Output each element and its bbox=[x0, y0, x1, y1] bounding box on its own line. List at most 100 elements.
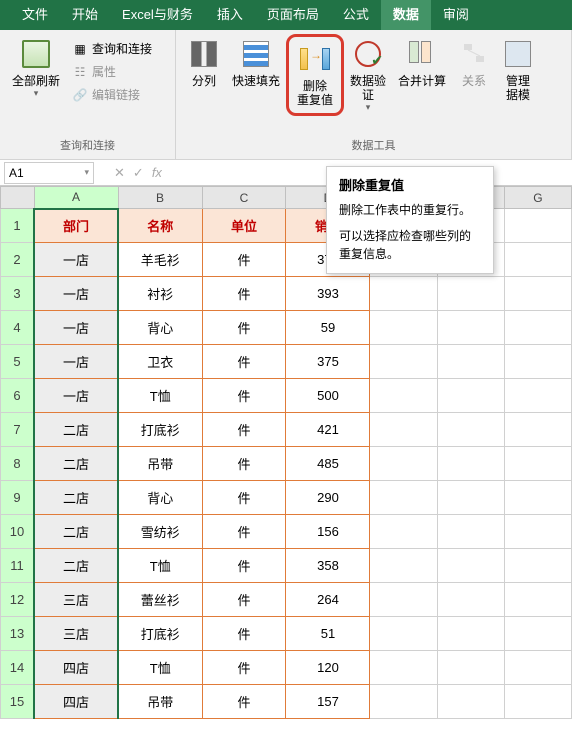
cell[interactable] bbox=[504, 685, 571, 719]
row-header[interactable]: 1 bbox=[1, 209, 35, 243]
cell[interactable]: 156 bbox=[286, 515, 370, 549]
cell[interactable]: 件 bbox=[202, 481, 286, 515]
cell[interactable]: 264 bbox=[286, 583, 370, 617]
row-header[interactable]: 14 bbox=[1, 651, 35, 685]
cell[interactable]: 一店 bbox=[34, 345, 118, 379]
cell[interactable] bbox=[504, 413, 571, 447]
col-header-A[interactable]: A bbox=[34, 187, 118, 209]
cell[interactable] bbox=[370, 345, 437, 379]
row-header[interactable]: 2 bbox=[1, 243, 35, 277]
cell[interactable] bbox=[370, 481, 437, 515]
cell[interactable]: 二店 bbox=[34, 515, 118, 549]
cell[interactable] bbox=[437, 685, 504, 719]
cell[interactable] bbox=[437, 651, 504, 685]
col-header-C[interactable]: C bbox=[202, 187, 286, 209]
tab-file[interactable]: 文件 bbox=[10, 0, 60, 30]
cell[interactable] bbox=[504, 617, 571, 651]
confirm-icon[interactable]: ✓ bbox=[133, 165, 144, 181]
cell[interactable]: 421 bbox=[286, 413, 370, 447]
cell[interactable] bbox=[370, 311, 437, 345]
cell[interactable]: 背心 bbox=[118, 311, 202, 345]
cell[interactable]: 一店 bbox=[34, 243, 118, 277]
cell[interactable] bbox=[370, 413, 437, 447]
row-header[interactable]: 12 bbox=[1, 583, 35, 617]
cell[interactable]: 部门 bbox=[34, 209, 118, 243]
cell[interactable]: 雪纺衫 bbox=[118, 515, 202, 549]
row-header[interactable]: 11 bbox=[1, 549, 35, 583]
tab-excelfin[interactable]: Excel与财务 bbox=[110, 0, 205, 30]
cell[interactable]: 件 bbox=[202, 345, 286, 379]
cell[interactable]: 件 bbox=[202, 549, 286, 583]
cell[interactable]: 393 bbox=[286, 277, 370, 311]
cell[interactable] bbox=[437, 379, 504, 413]
cell[interactable] bbox=[370, 583, 437, 617]
row-header[interactable]: 4 bbox=[1, 311, 35, 345]
cell[interactable]: 485 bbox=[286, 447, 370, 481]
tab-data[interactable]: 数据 bbox=[381, 0, 431, 30]
cell[interactable] bbox=[437, 413, 504, 447]
cell[interactable] bbox=[370, 447, 437, 481]
queries-connections-button[interactable]: ▦ 查询和连接 bbox=[70, 38, 154, 59]
row-header[interactable]: 7 bbox=[1, 413, 35, 447]
cell[interactable]: 件 bbox=[202, 583, 286, 617]
tab-review[interactable]: 审阅 bbox=[431, 0, 481, 30]
cell[interactable]: 四店 bbox=[34, 651, 118, 685]
cell[interactable]: 三店 bbox=[34, 617, 118, 651]
cell[interactable]: 二店 bbox=[34, 413, 118, 447]
cell[interactable] bbox=[504, 277, 571, 311]
cell[interactable]: 一店 bbox=[34, 277, 118, 311]
cell[interactable]: 一店 bbox=[34, 311, 118, 345]
row-header[interactable]: 8 bbox=[1, 447, 35, 481]
cell[interactable]: 打底衫 bbox=[118, 617, 202, 651]
cell[interactable]: 157 bbox=[286, 685, 370, 719]
cancel-icon[interactable]: ✕ bbox=[114, 165, 125, 181]
cell[interactable]: 290 bbox=[286, 481, 370, 515]
cell[interactable] bbox=[504, 243, 571, 277]
cell[interactable]: 二店 bbox=[34, 447, 118, 481]
cell[interactable]: 件 bbox=[202, 447, 286, 481]
cell[interactable]: 件 bbox=[202, 311, 286, 345]
row-header[interactable]: 3 bbox=[1, 277, 35, 311]
cell[interactable]: 背心 bbox=[118, 481, 202, 515]
cell[interactable]: 单位 bbox=[202, 209, 286, 243]
text-to-columns-button[interactable]: 分列 bbox=[182, 34, 226, 92]
col-header-G[interactable]: G bbox=[504, 187, 571, 209]
cell[interactable] bbox=[437, 515, 504, 549]
col-header-B[interactable]: B bbox=[118, 187, 202, 209]
refresh-all-button[interactable]: 全部刷新 ▾ bbox=[6, 34, 66, 103]
cell[interactable]: 件 bbox=[202, 277, 286, 311]
cell[interactable]: T恤 bbox=[118, 651, 202, 685]
cell[interactable]: 件 bbox=[202, 379, 286, 413]
row-header[interactable]: 10 bbox=[1, 515, 35, 549]
cell[interactable] bbox=[437, 583, 504, 617]
row-header[interactable]: 13 bbox=[1, 617, 35, 651]
cell[interactable] bbox=[437, 277, 504, 311]
consolidate-button[interactable]: 合并计算 bbox=[392, 34, 452, 92]
cell[interactable] bbox=[504, 651, 571, 685]
cell[interactable] bbox=[504, 209, 571, 243]
select-all-corner[interactable] bbox=[1, 187, 35, 209]
cell[interactable]: 件 bbox=[202, 685, 286, 719]
row-header[interactable]: 6 bbox=[1, 379, 35, 413]
tab-formula[interactable]: 公式 bbox=[331, 0, 381, 30]
data-model-button[interactable]: 管理 据模 bbox=[496, 34, 540, 106]
cell[interactable] bbox=[437, 311, 504, 345]
data-validation-button[interactable]: 数据验 证 ▾ bbox=[344, 34, 392, 117]
edit-links-button[interactable]: 🔗 编辑链接 bbox=[70, 84, 154, 105]
cell[interactable]: 吊带 bbox=[118, 685, 202, 719]
cell[interactable]: 件 bbox=[202, 651, 286, 685]
cell[interactable] bbox=[437, 617, 504, 651]
row-header[interactable]: 15 bbox=[1, 685, 35, 719]
cell[interactable] bbox=[504, 311, 571, 345]
cell[interactable] bbox=[504, 379, 571, 413]
cell[interactable]: 500 bbox=[286, 379, 370, 413]
tab-home[interactable]: 开始 bbox=[60, 0, 110, 30]
cell[interactable]: 358 bbox=[286, 549, 370, 583]
row-header[interactable]: 5 bbox=[1, 345, 35, 379]
cell[interactable]: T恤 bbox=[118, 549, 202, 583]
cell[interactable]: 三店 bbox=[34, 583, 118, 617]
row-header[interactable]: 9 bbox=[1, 481, 35, 515]
tab-insert[interactable]: 插入 bbox=[205, 0, 255, 30]
properties-button[interactable]: ☷ 属性 bbox=[70, 61, 154, 82]
chevron-down-icon[interactable]: ▾ bbox=[84, 167, 89, 178]
